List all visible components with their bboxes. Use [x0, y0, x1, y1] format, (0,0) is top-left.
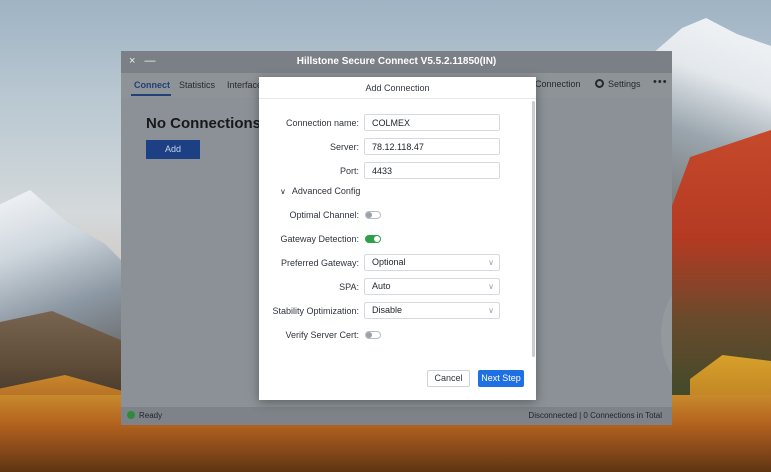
tab-statistics[interactable]: Statistics [179, 80, 215, 90]
chevron-down-icon: ∨ [488, 306, 494, 315]
chevron-down-icon: ∨ [488, 258, 494, 267]
add-connection-dialog: Add Connection Connection name: Server: … [259, 77, 536, 400]
port-label: Port: [339, 166, 359, 176]
chevron-down-icon: ∨ [488, 282, 494, 291]
page-heading: No Connections A [146, 115, 276, 132]
stability-optimization-label: Stability Optimization: [272, 306, 359, 316]
title-bar: × — Hillstone Secure Connect V5.5.2.1185… [121, 51, 672, 73]
optimal-channel-label: Optimal Channel: [289, 210, 359, 220]
chevron-down-icon: ∨ [280, 187, 286, 196]
stability-optimization-value: Disable [372, 305, 403, 315]
verify-server-cert-label: Verify Server Cert: [285, 330, 359, 340]
spa-label: SPA: [339, 282, 359, 292]
preferred-gateway-value: Optional [372, 257, 406, 267]
spa-value: Auto [372, 281, 391, 291]
advanced-config-label: Advanced Config [291, 186, 361, 196]
port-input[interactable] [364, 162, 500, 179]
gateway-detection-label: Gateway Detection: [280, 234, 359, 244]
window-title: Hillstone Secure Connect V5.5.2.11850(IN… [296, 56, 497, 67]
stability-optimization-select[interactable]: Disable ∨ [364, 302, 500, 319]
dialog-title: Add Connection [365, 83, 430, 93]
optimal-channel-switch[interactable] [365, 211, 381, 219]
status-ready-text: Ready [139, 411, 163, 420]
add-connection-button[interactable]: Add [146, 140, 200, 159]
gateway-detection-switch[interactable] [365, 235, 381, 243]
advanced-config-toggle[interactable]: ∨ Advanced Config [280, 186, 360, 196]
dialog-scrollbar[interactable] [532, 101, 535, 357]
tab-interface[interactable]: Interface [227, 80, 262, 90]
connection-menu[interactable]: Connection [535, 79, 581, 89]
server-input[interactable] [364, 138, 500, 155]
gear-icon [595, 79, 604, 88]
spa-select[interactable]: Auto ∨ [364, 278, 500, 295]
status-dot-icon [127, 411, 135, 419]
settings-button[interactable]: Settings [595, 79, 641, 89]
status-bar: Ready Disconnected | 0 Connections in To… [121, 407, 672, 425]
tab-connect[interactable]: Connect [134, 80, 170, 90]
connection-name-label: Connection name: [285, 118, 359, 128]
preferred-gateway-label: Preferred Gateway: [280, 258, 359, 268]
cancel-button[interactable]: Cancel [427, 370, 470, 387]
more-icon[interactable]: ••• [653, 76, 668, 88]
status-summary: Disconnected | 0 Connections in Total [528, 411, 662, 420]
server-label: Server: [329, 142, 359, 152]
active-tab-indicator [131, 94, 171, 96]
next-step-button[interactable]: Next Step [478, 370, 524, 387]
dialog-divider [259, 98, 536, 99]
settings-label: Settings [608, 79, 641, 89]
preferred-gateway-select[interactable]: Optional ∨ [364, 254, 500, 271]
verify-server-cert-switch[interactable] [365, 331, 381, 339]
connection-name-input[interactable] [364, 114, 500, 131]
